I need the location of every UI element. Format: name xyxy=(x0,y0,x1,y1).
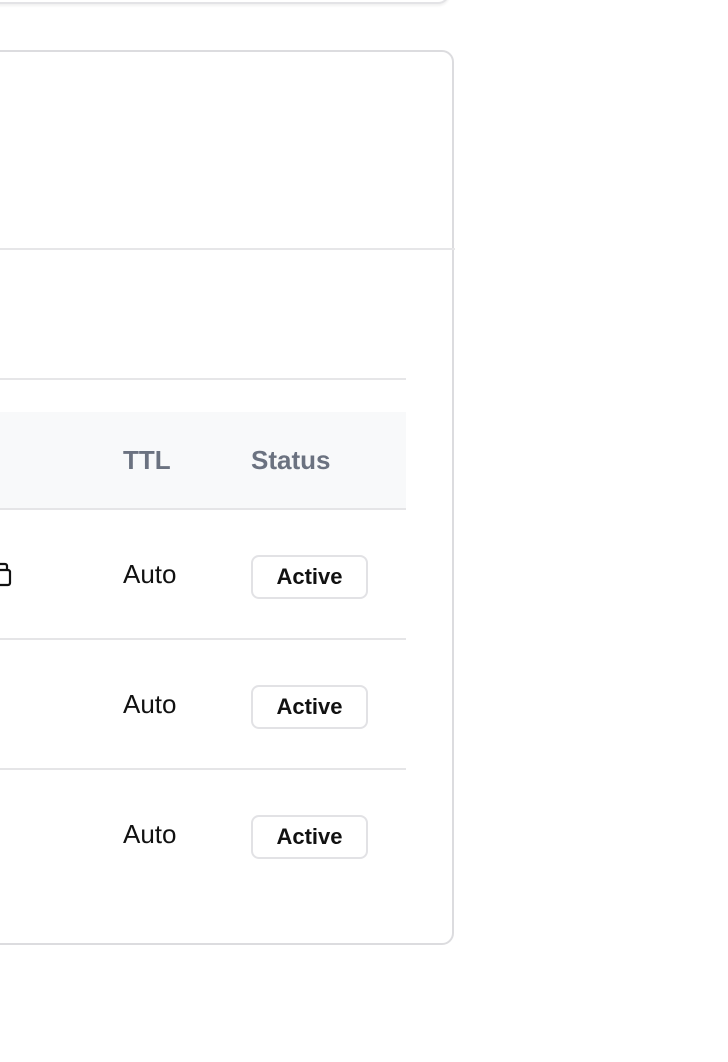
column-header-ttl[interactable]: TTL xyxy=(123,444,171,476)
status-badge: Active xyxy=(251,815,368,859)
table-row: Auto Active xyxy=(0,510,406,640)
table-row: Auto Active xyxy=(0,640,406,770)
table-top-divider xyxy=(0,378,406,380)
card-divider xyxy=(0,248,455,250)
table-header: TTL Status xyxy=(0,412,406,510)
ttl-cell: Auto xyxy=(123,559,177,589)
status-badge: Active xyxy=(251,555,368,599)
ttl-cell: Auto xyxy=(123,689,177,719)
column-header-status[interactable]: Status xyxy=(251,444,330,476)
records-table: TTL Status Auto Active Auto Active Auto … xyxy=(0,412,406,898)
table-row: Auto Active xyxy=(0,770,406,898)
copy-icon[interactable] xyxy=(0,560,22,590)
status-badge: Active xyxy=(251,685,368,729)
ttl-cell: Auto xyxy=(123,819,177,849)
top-card xyxy=(0,0,450,4)
